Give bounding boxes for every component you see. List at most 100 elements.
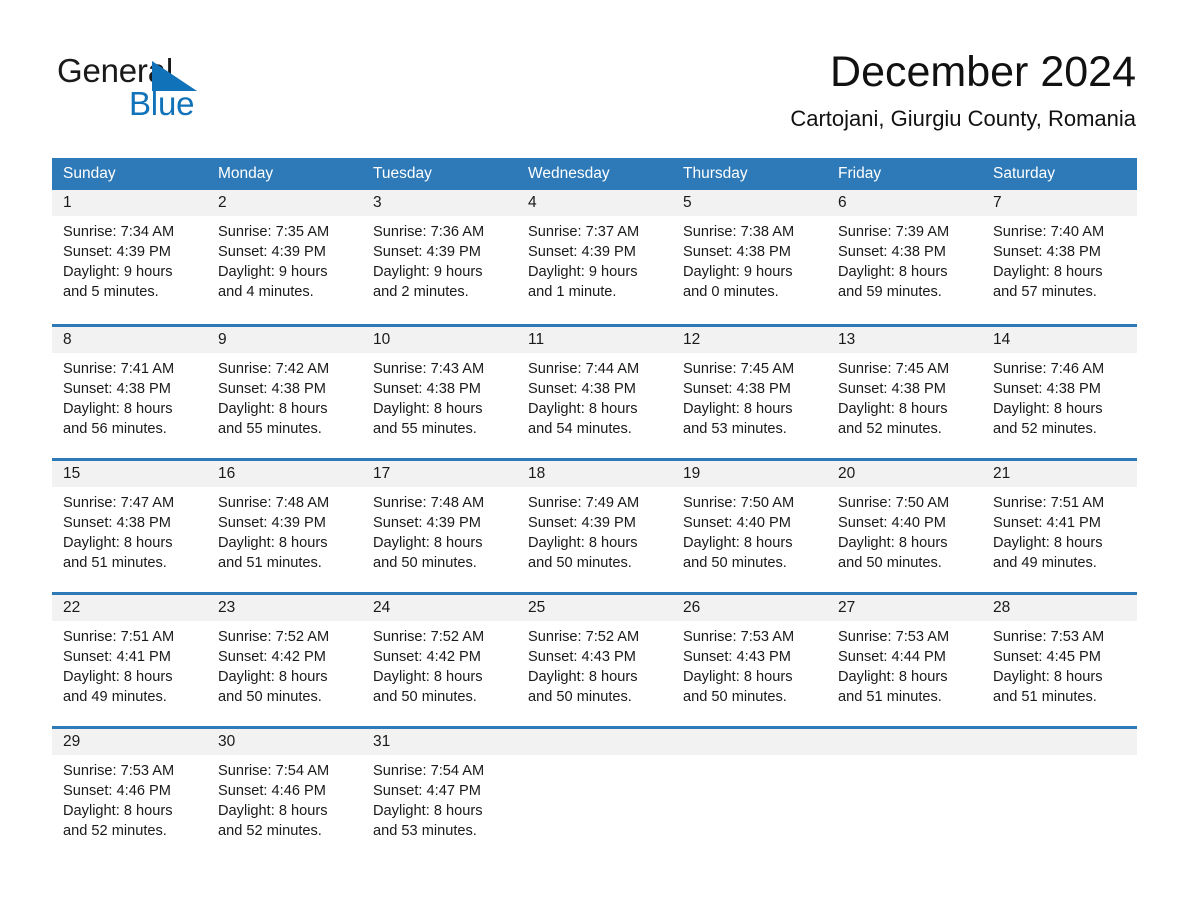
- calendar-day-cell[interactable]: 1 Sunrise: 7:34 AM Sunset: 4:39 PM Daylight…: [52, 190, 207, 316]
- day-details: Sunrise: 7:35 AM Sunset: 4:39 PM Daylight:…: [207, 216, 362, 302]
- sunrise-text: Sunrise: 7:51 AM: [63, 629, 175, 645]
- calendar-week-row: 22 Sunrise: 7:51 AM Sunset: 4:41 PM Dayligh…: [52, 592, 1137, 718]
- daylight-text-line2: and 52 minutes.: [218, 823, 322, 839]
- day-number: 12: [672, 327, 827, 353]
- calendar-day-cell[interactable]: 11 Sunrise: 7:44 AM Sunset: 4:38 PM Dayligh…: [517, 327, 672, 450]
- daylight-text-line2: and 50 minutes.: [683, 555, 787, 571]
- calendar-day-cell[interactable]: 4 Sunrise: 7:37 AM Sunset: 4:39 PM Daylight…: [517, 190, 672, 316]
- calendar-day-cell[interactable]: 16 Sunrise: 7:48 AM Sunset: 4:39 PM Dayligh…: [207, 461, 362, 584]
- sunset-text: Sunset: 4:38 PM: [218, 381, 326, 397]
- calendar-day-cell-empty: [672, 729, 827, 852]
- day-details: Sunrise: 7:44 AM Sunset: 4:38 PM Daylight:…: [517, 353, 672, 439]
- day-number: 31: [362, 729, 517, 755]
- calendar-day-cell-empty: [517, 729, 672, 852]
- daylight-text-line1: Daylight: 8 hours: [373, 401, 483, 417]
- calendar-day-cell-empty: [982, 729, 1137, 852]
- day-number: 15: [52, 461, 207, 487]
- day-number: 14: [982, 327, 1137, 353]
- day-number: 6: [827, 190, 982, 216]
- calendar-day-cell[interactable]: 23 Sunrise: 7:52 AM Sunset: 4:42 PM Dayligh…: [207, 595, 362, 718]
- daylight-text-line2: and 52 minutes.: [838, 421, 942, 437]
- sunset-text: Sunset: 4:41 PM: [63, 649, 171, 665]
- calendar-day-cell[interactable]: 28 Sunrise: 7:53 AM Sunset: 4:45 PM Dayligh…: [982, 595, 1137, 718]
- daylight-text-line1: Daylight: 8 hours: [218, 803, 328, 819]
- day-number: 28: [982, 595, 1137, 621]
- day-details: Sunrise: 7:39 AM Sunset: 4:38 PM Daylight:…: [827, 216, 982, 302]
- day-number: 17: [362, 461, 517, 487]
- calendar-day-cell[interactable]: 19 Sunrise: 7:50 AM Sunset: 4:40 PM Dayligh…: [672, 461, 827, 584]
- calendar-day-cell[interactable]: 26 Sunrise: 7:53 AM Sunset: 4:43 PM Dayligh…: [672, 595, 827, 718]
- sunrise-text: Sunrise: 7:53 AM: [993, 629, 1105, 645]
- sunset-text: Sunset: 4:39 PM: [373, 515, 481, 531]
- day-number: 4: [517, 190, 672, 216]
- calendar-day-cell[interactable]: 13 Sunrise: 7:45 AM Sunset: 4:38 PM Dayligh…: [827, 327, 982, 450]
- calendar-day-cell[interactable]: 3 Sunrise: 7:36 AM Sunset: 4:39 PM Daylight…: [362, 190, 517, 316]
- day-number: 11: [517, 327, 672, 353]
- calendar-day-cell[interactable]: 7 Sunrise: 7:40 AM Sunset: 4:38 PM Daylight…: [982, 190, 1137, 316]
- daylight-text-line2: and 50 minutes.: [373, 555, 477, 571]
- day-number: 20: [827, 461, 982, 487]
- calendar-day-cell[interactable]: 20 Sunrise: 7:50 AM Sunset: 4:40 PM Dayligh…: [827, 461, 982, 584]
- calendar-day-cell[interactable]: 15 Sunrise: 7:47 AM Sunset: 4:38 PM Dayligh…: [52, 461, 207, 584]
- sunset-text: Sunset: 4:40 PM: [838, 515, 946, 531]
- calendar-day-cell[interactable]: 12 Sunrise: 7:45 AM Sunset: 4:38 PM Dayligh…: [672, 327, 827, 450]
- calendar-weeks: 1 Sunrise: 7:34 AM Sunset: 4:39 PM Daylight…: [52, 190, 1137, 852]
- general-blue-logo[interactable]: General Blue: [57, 52, 277, 122]
- calendar-day-cell[interactable]: 10 Sunrise: 7:43 AM Sunset: 4:38 PM Dayligh…: [362, 327, 517, 450]
- daylight-text-line1: Daylight: 8 hours: [218, 535, 328, 551]
- calendar-day-cell[interactable]: 18 Sunrise: 7:49 AM Sunset: 4:39 PM Dayligh…: [517, 461, 672, 584]
- day-details: Sunrise: 7:50 AM Sunset: 4:40 PM Daylight:…: [827, 487, 982, 573]
- daylight-text-line2: and 59 minutes.: [838, 284, 942, 300]
- sunset-text: Sunset: 4:38 PM: [993, 244, 1101, 260]
- calendar-day-cell[interactable]: 6 Sunrise: 7:39 AM Sunset: 4:38 PM Daylight…: [827, 190, 982, 316]
- day-details: Sunrise: 7:54 AM Sunset: 4:47 PM Daylight:…: [362, 755, 517, 841]
- day-number: 8: [52, 327, 207, 353]
- day-number: 30: [207, 729, 362, 755]
- day-number: [517, 729, 672, 755]
- sunset-text: Sunset: 4:38 PM: [993, 381, 1101, 397]
- calendar-day-cell[interactable]: 30 Sunrise: 7:54 AM Sunset: 4:46 PM Dayligh…: [207, 729, 362, 852]
- day-details: Sunrise: 7:53 AM Sunset: 4:46 PM Daylight:…: [52, 755, 207, 841]
- daylight-text-line1: Daylight: 9 hours: [218, 264, 328, 280]
- day-number: 21: [982, 461, 1137, 487]
- daylight-text-line2: and 55 minutes.: [218, 421, 322, 437]
- day-details: Sunrise: 7:53 AM Sunset: 4:44 PM Daylight:…: [827, 621, 982, 707]
- calendar-day-cell[interactable]: 25 Sunrise: 7:52 AM Sunset: 4:43 PM Dayligh…: [517, 595, 672, 718]
- calendar-day-cell[interactable]: 21 Sunrise: 7:51 AM Sunset: 4:41 PM Dayligh…: [982, 461, 1137, 584]
- daylight-text-line2: and 55 minutes.: [373, 421, 477, 437]
- day-details: Sunrise: 7:43 AM Sunset: 4:38 PM Daylight:…: [362, 353, 517, 439]
- sunrise-text: Sunrise: 7:53 AM: [683, 629, 795, 645]
- daylight-text-line1: Daylight: 8 hours: [838, 264, 948, 280]
- calendar-day-cell[interactable]: 22 Sunrise: 7:51 AM Sunset: 4:41 PM Dayligh…: [52, 595, 207, 718]
- sunrise-text: Sunrise: 7:35 AM: [218, 224, 330, 240]
- calendar-day-cell[interactable]: 5 Sunrise: 7:38 AM Sunset: 4:38 PM Daylight…: [672, 190, 827, 316]
- calendar-week-row: 15 Sunrise: 7:47 AM Sunset: 4:38 PM Dayligh…: [52, 458, 1137, 584]
- daylight-text-line2: and 50 minutes.: [218, 689, 322, 705]
- sunset-text: Sunset: 4:38 PM: [838, 244, 946, 260]
- sunrise-text: Sunrise: 7:51 AM: [993, 495, 1105, 511]
- weekday-header-saturday: Saturday: [993, 165, 1056, 182]
- daylight-text-line2: and 1 minute.: [528, 284, 617, 300]
- calendar-day-cell[interactable]: 2 Sunrise: 7:35 AM Sunset: 4:39 PM Daylight…: [207, 190, 362, 316]
- daylight-text-line1: Daylight: 8 hours: [63, 669, 173, 685]
- daylight-text-line1: Daylight: 9 hours: [63, 264, 173, 280]
- day-details: Sunrise: 7:45 AM Sunset: 4:38 PM Daylight:…: [827, 353, 982, 439]
- weekday-header-friday: Friday: [838, 165, 882, 182]
- sunrise-text: Sunrise: 7:54 AM: [218, 763, 330, 779]
- calendar-day-cell[interactable]: 17 Sunrise: 7:48 AM Sunset: 4:39 PM Dayligh…: [362, 461, 517, 584]
- calendar-day-cell[interactable]: 8 Sunrise: 7:41 AM Sunset: 4:38 PM Daylight…: [52, 327, 207, 450]
- calendar-day-cell[interactable]: 24 Sunrise: 7:52 AM Sunset: 4:42 PM Dayligh…: [362, 595, 517, 718]
- day-number: 2: [207, 190, 362, 216]
- calendar-day-cell[interactable]: 31 Sunrise: 7:54 AM Sunset: 4:47 PM Dayligh…: [362, 729, 517, 852]
- daylight-text-line1: Daylight: 8 hours: [528, 669, 638, 685]
- day-details: Sunrise: 7:50 AM Sunset: 4:40 PM Daylight:…: [672, 487, 827, 573]
- calendar-day-cell[interactable]: 9 Sunrise: 7:42 AM Sunset: 4:38 PM Daylight…: [207, 327, 362, 450]
- calendar-day-cell[interactable]: 29 Sunrise: 7:53 AM Sunset: 4:46 PM Dayligh…: [52, 729, 207, 852]
- daylight-text-line2: and 54 minutes.: [528, 421, 632, 437]
- calendar-day-cell[interactable]: 14 Sunrise: 7:46 AM Sunset: 4:38 PM Dayligh…: [982, 327, 1137, 450]
- sunrise-text: Sunrise: 7:50 AM: [683, 495, 795, 511]
- calendar-day-cell[interactable]: 27 Sunrise: 7:53 AM Sunset: 4:44 PM Dayligh…: [827, 595, 982, 718]
- day-number: 13: [827, 327, 982, 353]
- sunset-text: Sunset: 4:43 PM: [528, 649, 636, 665]
- day-details: Sunrise: 7:53 AM Sunset: 4:43 PM Daylight:…: [672, 621, 827, 707]
